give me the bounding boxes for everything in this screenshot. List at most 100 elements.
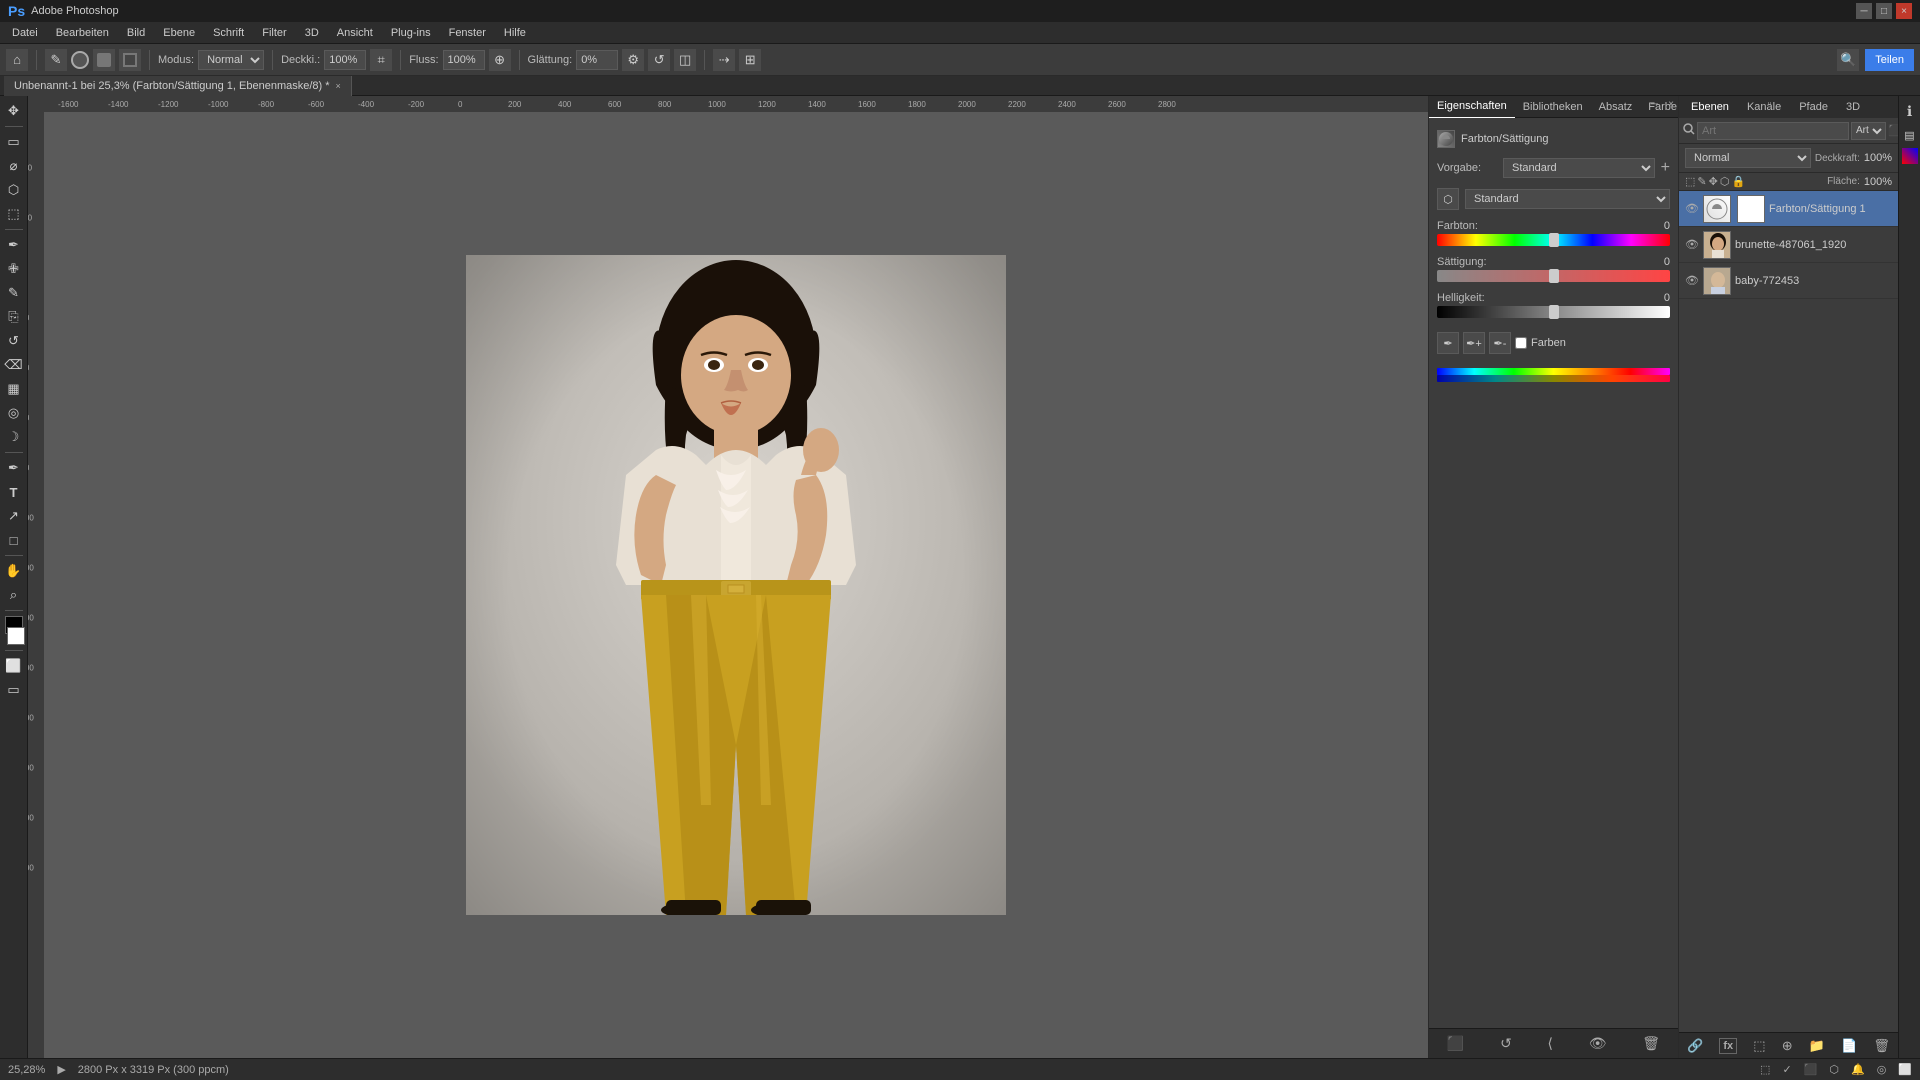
select-tool-icon[interactable]: ⬡ (3, 179, 25, 201)
history-brush-icon[interactable]: ↺ (3, 330, 25, 352)
lock-position-icon[interactable]: ✥ (1709, 175, 1718, 188)
zoom-tool-icon[interactable]: ⌕ (3, 584, 25, 606)
pen-tool-icon[interactable]: ✒ (3, 457, 25, 479)
menu-fenster[interactable]: Fenster (441, 25, 494, 41)
channel-full-icon[interactable]: ⬡ (1437, 188, 1459, 210)
brush-hardness-icon[interactable] (93, 49, 115, 71)
menu-bild[interactable]: Bild (119, 25, 153, 41)
lock-all-icon[interactable]: 🔒 (1731, 175, 1745, 188)
tab-ebenen[interactable]: Ebenen (1683, 99, 1737, 115)
layer-eye-brunette[interactable]: 👁 (1685, 238, 1699, 251)
menu-hilfe[interactable]: Hilfe (496, 25, 534, 41)
layers-blend-select[interactable]: Normal (1685, 148, 1811, 168)
document-tab[interactable]: Unbenannt-1 bei 25,3% (Farbton/Sättigung… (4, 76, 352, 96)
home-icon[interactable]: ⌂ (6, 49, 28, 71)
share-button[interactable]: Teilen (1865, 49, 1914, 71)
restore-button[interactable]: □ (1876, 3, 1892, 19)
status-icon-3[interactable]: ⬛ (1804, 1063, 1818, 1076)
farben-checkbox[interactable] (1515, 337, 1527, 349)
hue-slider-track[interactable] (1437, 234, 1670, 246)
props-reset-icon[interactable]: ↺ (1500, 1035, 1512, 1052)
lightness-slider-thumb[interactable] (1549, 305, 1559, 319)
info-icon[interactable]: ℹ (1899, 100, 1920, 122)
props-delete-icon[interactable]: 🗑 (1642, 1035, 1660, 1052)
saturation-slider-track[interactable] (1437, 270, 1670, 282)
gradient-tool-icon[interactable]: ▦ (3, 378, 25, 400)
tab-farbe[interactable]: Farbe (1640, 96, 1685, 118)
layers-fx-icon[interactable]: fx (1719, 1038, 1737, 1054)
menu-filter[interactable]: Filter (254, 25, 294, 41)
menu-ansicht[interactable]: Ansicht (329, 25, 381, 41)
channel-select[interactable]: Standard (1465, 189, 1670, 209)
layers-adjustment-icon[interactable]: ⊕ (1782, 1038, 1793, 1054)
tilt-icon[interactable]: ⊞ (739, 49, 761, 71)
move-tool-icon[interactable]: ✥ (3, 100, 25, 122)
layers-mask-icon[interactable]: ⬚ (1753, 1038, 1765, 1054)
search-icon[interactable]: 🔍 (1837, 49, 1859, 71)
props-prev-icon[interactable]: ⟨ (1548, 1035, 1553, 1052)
tab-eigenschaften[interactable]: Eigenschaften (1429, 96, 1515, 118)
color-icon[interactable] (1902, 148, 1918, 164)
layers-folder-icon[interactable]: 📁 (1809, 1038, 1825, 1054)
clone-tool-icon[interactable]: ⎘ (3, 306, 25, 328)
layer-item-huesat[interactable]: 👁 Farbton/Sättigung 1 (1679, 191, 1898, 227)
shape-tool-icon[interactable]: □ (3, 529, 25, 551)
lock-image-icon[interactable]: ✎ (1697, 175, 1706, 188)
background-color-swatch[interactable] (7, 627, 25, 645)
props-clip-icon[interactable]: ⬛ (1447, 1035, 1464, 1052)
layers-new-icon[interactable]: 📄 (1841, 1038, 1857, 1054)
status-icon-5[interactable]: 🔔 (1851, 1063, 1865, 1076)
status-icon-1[interactable]: ⬚ (1760, 1063, 1770, 1076)
close-button[interactable]: × (1896, 3, 1912, 19)
dodge-tool-icon[interactable]: ☽ (3, 426, 25, 448)
smooth-settings-icon[interactable]: ⚙ (622, 49, 644, 71)
eyedropper-sub-button[interactable]: ✒- (1489, 332, 1511, 354)
layers-link-icon[interactable]: 🔗 (1687, 1038, 1703, 1054)
tab-pfade[interactable]: Pfade (1791, 99, 1836, 115)
brush-tool-icon[interactable]: ✎ (45, 49, 67, 71)
tab-absatz[interactable]: Absatz (1591, 96, 1641, 118)
smooth-curve-icon[interactable]: ↺ (648, 49, 670, 71)
properties-collapse-button[interactable]: ─ (1651, 99, 1658, 110)
lightness-slider-track[interactable] (1437, 306, 1670, 318)
crop-tool-icon[interactable]: ⬚ (3, 203, 25, 225)
hue-slider-thumb[interactable] (1549, 233, 1559, 247)
quick-mask-icon[interactable]: ⬜ (3, 655, 25, 677)
properties-close-button[interactable]: × (1668, 99, 1674, 110)
menu-datei[interactable]: Datei (4, 25, 46, 41)
status-icon-4[interactable]: ⬡ (1829, 1063, 1839, 1076)
path-select-icon[interactable]: ↗ (3, 505, 25, 527)
heal-tool-icon[interactable]: ✙ (3, 258, 25, 280)
status-icon-7[interactable]: ⬜ (1898, 1063, 1912, 1076)
layer-eye-huesat[interactable]: 👁 (1685, 202, 1699, 215)
angle-icon[interactable]: ⇢ (713, 49, 735, 71)
doc-tab-close-button[interactable]: × (336, 81, 341, 91)
eyedropper-add-button[interactable]: ✒+ (1463, 332, 1485, 354)
minimize-button[interactable]: ─ (1856, 3, 1872, 19)
eyedropper-tool-icon[interactable]: ✒ (3, 234, 25, 256)
airbrush-icon[interactable]: ⌗ (370, 49, 392, 71)
menu-ebene[interactable]: Ebene (155, 25, 203, 41)
status-icon-2[interactable]: ✓ (1782, 1063, 1791, 1076)
saturation-slider-thumb[interactable] (1549, 269, 1559, 283)
lock-transparent-icon[interactable]: ⬚ (1685, 175, 1695, 188)
menu-plugins[interactable]: Plug-ins (383, 25, 439, 41)
preset-add-icon[interactable]: + (1661, 159, 1670, 177)
histogram-icon[interactable]: ▤ (1899, 124, 1920, 146)
layer-item-baby[interactable]: 👁 baby-772453 (1679, 263, 1898, 299)
menu-schrift[interactable]: Schrift (205, 25, 252, 41)
layer-eye-baby[interactable]: 👁 (1685, 274, 1699, 287)
brush-mask-icon[interactable] (119, 49, 141, 71)
layers-delete-icon[interactable]: 🗑 (1873, 1038, 1890, 1054)
preset-select[interactable]: Standard (1503, 158, 1655, 178)
status-arrow[interactable]: ▶ (57, 1063, 65, 1076)
marquee-tool-icon[interactable]: ▭ (3, 131, 25, 153)
flow-icon[interactable]: ⊕ (489, 49, 511, 71)
deck-input[interactable] (324, 50, 366, 70)
smooth-input[interactable] (576, 50, 618, 70)
lasso-tool-icon[interactable]: ⌀ (3, 155, 25, 177)
blur-tool-icon[interactable]: ◎ (3, 402, 25, 424)
eyedropper-button[interactable]: ✒ (1437, 332, 1459, 354)
brush-size-icon[interactable] (71, 51, 89, 69)
smooth-extra-icon[interactable]: ◫ (674, 49, 696, 71)
